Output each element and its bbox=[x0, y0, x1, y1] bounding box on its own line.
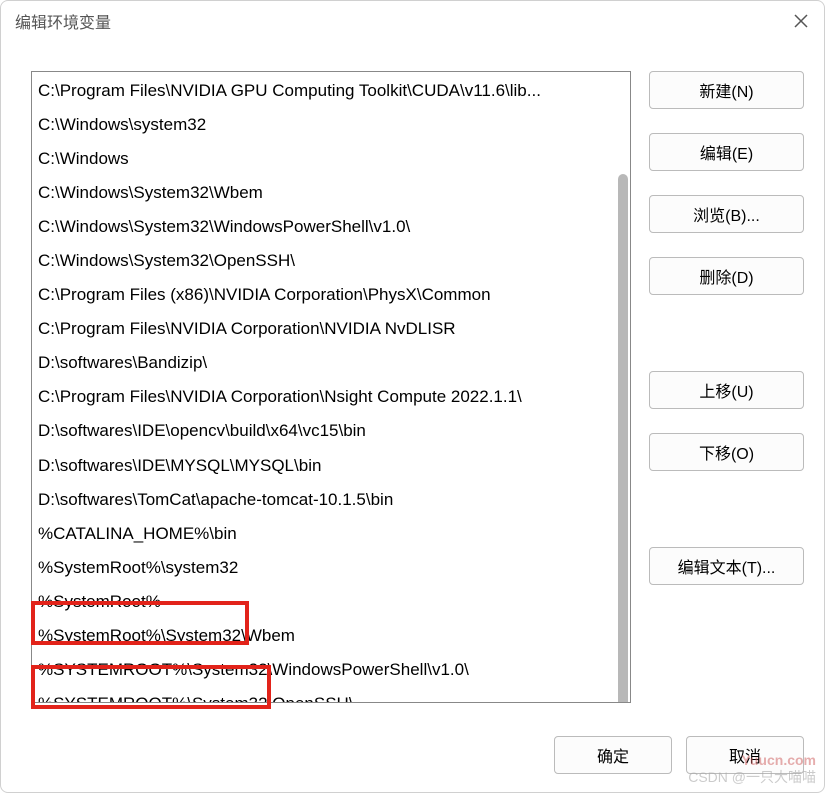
list-item[interactable]: D:\softwares\Bandizip\ bbox=[32, 346, 630, 380]
spacer bbox=[649, 495, 804, 523]
watermark: Yuucn.com CSDN @一只大喵喵 bbox=[688, 752, 816, 786]
list-item[interactable]: C:\Program Files\NVIDIA Corporation\Nsig… bbox=[32, 380, 630, 414]
list-item[interactable]: %SystemRoot%\system32 bbox=[32, 551, 630, 585]
list-item[interactable]: D:\softwares\IDE\opencv\build\x64\vc15\b… bbox=[32, 414, 630, 448]
list-item[interactable]: D:\softwares\IDE\MYSQL\MYSQL\bin bbox=[32, 449, 630, 483]
titlebar: 编辑环境变量 bbox=[1, 1, 824, 39]
watermark-line1: Yuucn.com bbox=[688, 752, 816, 769]
list-item[interactable]: %SystemRoot% bbox=[32, 585, 630, 619]
close-button[interactable] bbox=[792, 12, 810, 30]
list-item[interactable]: C:\Program Files (x86)\NVIDIA Corporatio… bbox=[32, 278, 630, 312]
list-item[interactable]: C:\Windows\system32 bbox=[32, 108, 630, 142]
list-item[interactable]: C:\Windows\System32\WindowsPowerShell\v1… bbox=[32, 210, 630, 244]
list-item[interactable]: C:\Windows bbox=[32, 142, 630, 176]
new-button[interactable]: 新建(N) bbox=[649, 71, 804, 109]
list-item[interactable]: C:\Windows\System32\Wbem bbox=[32, 176, 630, 210]
list-inner: C:\Program Files\NVIDIA GPU Computing To… bbox=[32, 72, 630, 703]
env-var-dialog: 编辑环境变量 C:\Program Files\NVIDIA GPU Compu… bbox=[0, 0, 825, 793]
browse-button[interactable]: 浏览(B)... bbox=[649, 195, 804, 233]
delete-button[interactable]: 删除(D) bbox=[649, 257, 804, 295]
list-item[interactable]: D:\softwares\TomCat\apache-tomcat-10.1.5… bbox=[32, 483, 630, 517]
list-item[interactable]: %SYSTEMROOT%\System32\WindowsPowerShell\… bbox=[32, 653, 630, 687]
dialog-title: 编辑环境变量 bbox=[15, 9, 111, 33]
close-icon bbox=[794, 14, 808, 28]
ok-button[interactable]: 确定 bbox=[554, 736, 672, 774]
scrollbar[interactable] bbox=[616, 74, 628, 700]
list-item[interactable]: C:\Program Files\NVIDIA GPU Computing To… bbox=[32, 74, 630, 108]
list-item[interactable]: C:\Windows\System32\OpenSSH\ bbox=[32, 244, 630, 278]
list-item[interactable]: C:\Program Files\NVIDIA Corporation\NVID… bbox=[32, 312, 630, 346]
scroll-thumb[interactable] bbox=[618, 174, 628, 703]
edittext-button[interactable]: 编辑文本(T)... bbox=[649, 547, 804, 585]
side-buttons: 新建(N) 编辑(E) 浏览(B)... 删除(D) 上移(U) 下移(O) 编… bbox=[649, 71, 804, 724]
watermark-line2: CSDN @一只大喵喵 bbox=[688, 769, 816, 786]
list-item[interactable]: %CATALINA_HOME%\bin bbox=[32, 517, 630, 551]
list-item[interactable]: %SystemRoot%\System32\Wbem bbox=[32, 619, 630, 653]
dialog-body: C:\Program Files\NVIDIA GPU Computing To… bbox=[1, 39, 824, 732]
edit-button[interactable]: 编辑(E) bbox=[649, 133, 804, 171]
list-wrap: C:\Program Files\NVIDIA GPU Computing To… bbox=[31, 71, 631, 724]
list-item[interactable]: %SYSTEMROOT%\System32\OpenSSH\ bbox=[32, 687, 630, 703]
moveup-button[interactable]: 上移(U) bbox=[649, 371, 804, 409]
path-listbox[interactable]: C:\Program Files\NVIDIA GPU Computing To… bbox=[31, 71, 631, 703]
spacer bbox=[649, 319, 804, 347]
movedown-button[interactable]: 下移(O) bbox=[649, 433, 804, 471]
